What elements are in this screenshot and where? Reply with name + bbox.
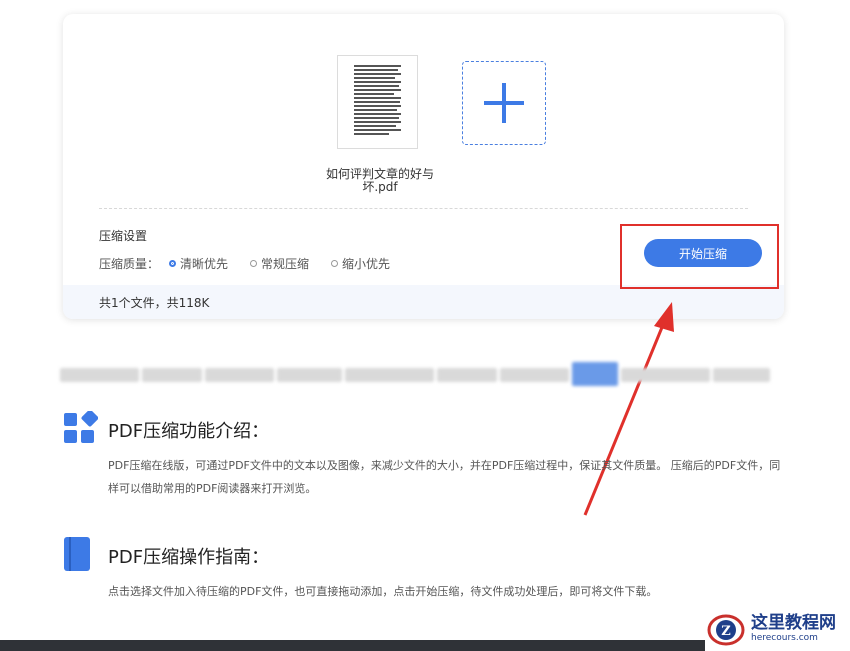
book-icon xyxy=(64,537,90,571)
radio-clear-first[interactable]: 清晰优先 xyxy=(169,255,228,272)
radio-unselected-icon xyxy=(250,260,258,267)
plus-icon xyxy=(484,83,524,123)
quality-options: 压缩质量： 清晰优先 常规压缩 缩小优先 xyxy=(99,255,412,272)
watermark-logo-icon: Z xyxy=(707,614,745,645)
document-preview-icon xyxy=(354,65,401,135)
summary-text: 共1个文件，共118K xyxy=(99,295,210,310)
quality-label: 压缩质量： xyxy=(99,257,160,271)
apps-grid-icon xyxy=(64,411,98,443)
radio-normal[interactable]: 常规压缩 xyxy=(250,255,309,272)
watermark-text: 这里教程网 herecours.com xyxy=(751,614,836,644)
watermark-cn: 这里教程网 xyxy=(751,612,836,633)
pdf-thumbnail[interactable] xyxy=(337,55,418,149)
add-file-button[interactable] xyxy=(462,61,546,145)
annotation-highlight-box xyxy=(620,224,779,289)
radio-smaller-first[interactable]: 缩小优先 xyxy=(331,255,390,272)
blurred-navigation xyxy=(60,362,771,388)
watermark: Z 这里教程网 herecours.com xyxy=(705,606,850,651)
radio-unselected-icon xyxy=(331,260,339,267)
section-title-intro: PDF压缩功能介绍： xyxy=(108,421,270,442)
divider xyxy=(99,208,748,209)
radio-selected-icon xyxy=(169,260,177,267)
section-text-intro: PDF压缩在线版，可通过PDF文件中的文本以及图像，来减少文件的大小，并在PDF… xyxy=(108,459,781,495)
radio-label: 清晰优先 xyxy=(180,257,229,271)
svg-text:Z: Z xyxy=(721,624,731,639)
file-name: 如何评判文章的好与坏.pdf xyxy=(325,167,434,194)
settings-title: 压缩设置 xyxy=(99,229,148,243)
section-text-guide: 点击选择文件加入待压缩的PDF文件，也可直接拖动添加，点击开始压缩，待文件成功处… xyxy=(108,585,658,598)
section-title-guide: PDF压缩操作指南： xyxy=(108,547,270,568)
radio-label: 常规压缩 xyxy=(261,257,310,271)
radio-label: 缩小优先 xyxy=(342,257,391,271)
watermark-en: herecours.com xyxy=(751,632,818,643)
